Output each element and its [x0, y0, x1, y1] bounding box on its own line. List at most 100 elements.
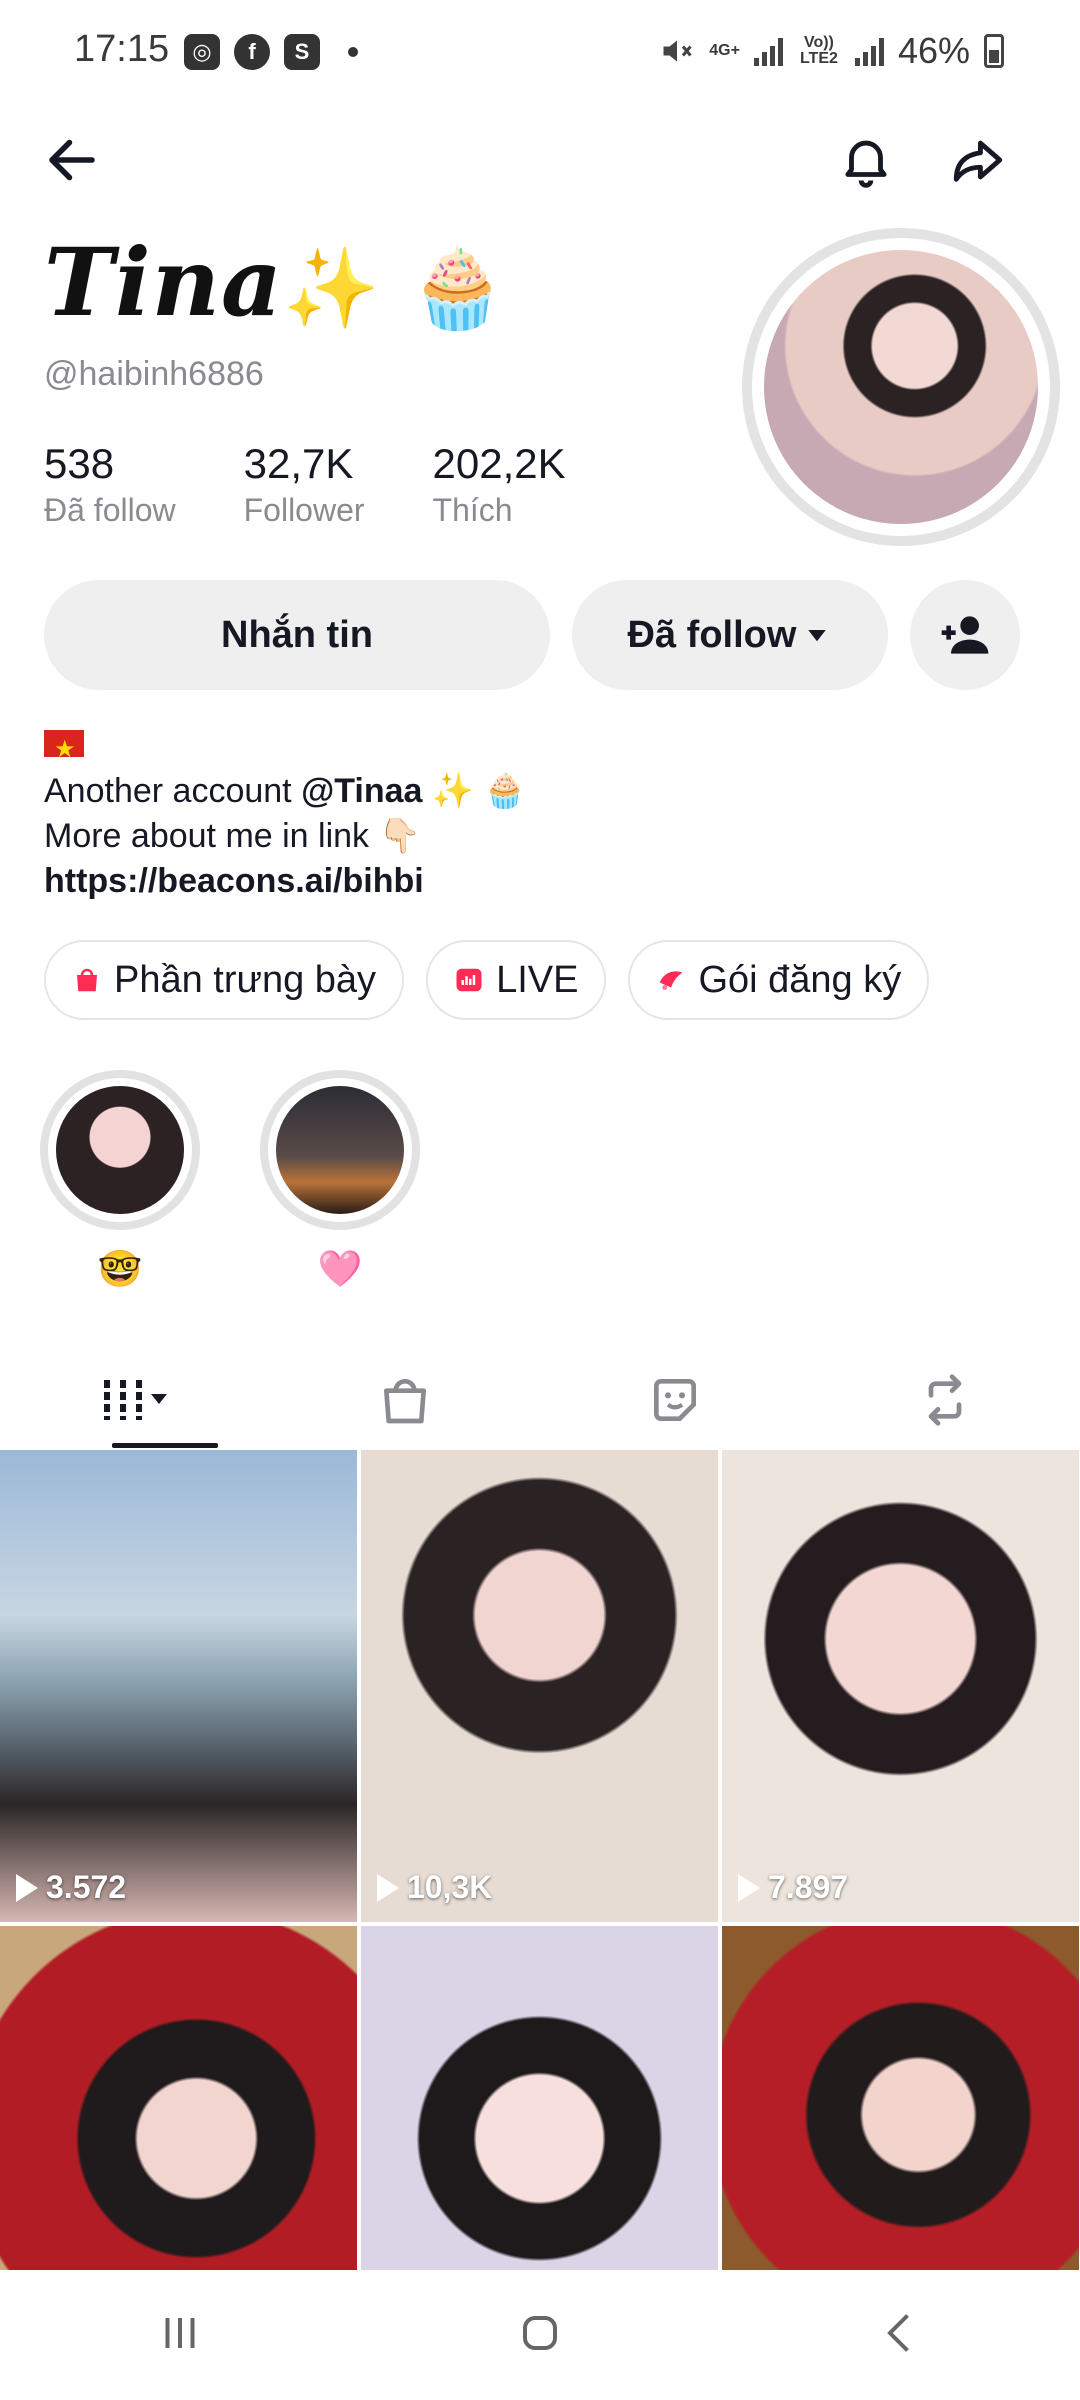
bio-line-1: Another account @Tinaa ✨ 🧁 — [44, 769, 526, 814]
play-icon — [377, 1873, 399, 1902]
video-grid: 3.572 10,3K 7.897 — [0, 1450, 1080, 2398]
highlight-item[interactable]: 🤓 — [40, 1070, 200, 1290]
following-button[interactable]: Đã follow — [572, 580, 888, 690]
shop-bag-icon — [77, 968, 97, 992]
tab-videos[interactable] — [0, 1350, 270, 1450]
tab-favorites[interactable] — [540, 1350, 810, 1450]
bio: Another account @Tinaa ✨ 🧁 More about me… — [44, 727, 526, 904]
stat-following-label: Đã follow — [44, 492, 176, 528]
notification-bell-button[interactable] — [826, 120, 906, 200]
chip-subscription[interactable]: Gói đăng ký — [628, 940, 930, 1020]
back-button[interactable] — [32, 120, 112, 200]
recent-apps-icon — [165, 2317, 195, 2348]
bio-line-1-emojis: ✨ 🧁 — [422, 772, 526, 810]
display-name-emojis: ✨ 🧁 — [282, 243, 508, 334]
vietnam-flag-icon — [44, 727, 84, 772]
bio-line-1-text: Another account — [44, 772, 302, 810]
caret-down-icon — [808, 630, 827, 642]
system-navigation-bar — [0, 2270, 1080, 2400]
view-count: 10,3K — [377, 1869, 492, 1906]
video-thumbnail[interactable]: 10,3K — [361, 1450, 718, 1922]
chip-subscription-label: Gói đăng ký — [698, 958, 902, 1001]
stat-followers-value: 32,7K — [243, 440, 354, 487]
stat-followers-label: Follower — [243, 492, 365, 528]
bio-line-2: More about me in link 👇🏻 — [44, 817, 421, 855]
view-count: 7.897 — [738, 1869, 848, 1906]
profile-actions: Nhắn tin Đã follow — [44, 580, 1044, 690]
message-button[interactable]: Nhắn tin — [44, 580, 550, 690]
avatar-frame — [752, 238, 1050, 536]
highlight-item[interactable]: 🩷 — [260, 1070, 420, 1290]
reposts-icon — [928, 1374, 962, 1426]
profile-stats: 538 Đã follow 32,7K Follower 202,2K Thíc… — [44, 440, 634, 529]
highlight-ring — [40, 1070, 200, 1230]
highlight-cover — [56, 1086, 184, 1214]
highlight-cover — [276, 1086, 404, 1214]
profile-chips: Phần trưng bày LIVE Gói đăng ký — [44, 940, 930, 1020]
following-button-label: Đã follow — [627, 613, 797, 656]
tab-shop[interactable] — [270, 1350, 540, 1450]
battery-percent: 46% — [897, 30, 970, 71]
view-count-text: 7.897 — [768, 1869, 849, 1905]
highlight-ring — [260, 1070, 420, 1230]
video-thumbnail[interactable]: 7.897 — [722, 1450, 1079, 1922]
facebook-icon: f — [234, 34, 270, 70]
favorites-icon — [654, 1379, 696, 1421]
highlight-emoji: 🤓 — [97, 1248, 143, 1289]
chip-live-label: LIVE — [496, 958, 579, 1001]
chip-showcase-label: Phần trưng bày — [114, 958, 377, 1001]
add-user-icon — [941, 616, 989, 654]
highlight-frame — [268, 1078, 412, 1222]
add-friend-button[interactable] — [910, 580, 1020, 690]
view-count: 3.572 — [16, 1869, 126, 1906]
video-thumbnail[interactable]: 3.572 — [0, 1450, 357, 1922]
status-bar: 17:15 ◎ f S 4G+ Vo)) LTE2 46% — [0, 0, 1080, 108]
play-icon — [16, 1873, 38, 1902]
videos-grid-icon — [104, 1380, 167, 1420]
stat-following[interactable]: 538 Đã follow — [44, 440, 176, 529]
status-time: 17:15 — [74, 28, 170, 70]
stat-likes-label: Thích — [432, 492, 513, 528]
message-button-label: Nhắn tin — [221, 613, 373, 656]
notification-icons: ◎ f S — [184, 34, 358, 70]
avatar[interactable] — [742, 228, 1060, 546]
stat-likes[interactable]: 202,2K Thích — [433, 440, 566, 529]
share-arrow-icon — [953, 140, 1003, 182]
recent-apps-button[interactable] — [150, 2303, 210, 2368]
network-4g: 4G+ — [709, 42, 740, 59]
signal-icon — [753, 36, 783, 66]
network-lte: Vo)) LTE2 — [799, 34, 838, 67]
chevron-left-icon — [887, 2313, 909, 2352]
bio-mention-link[interactable]: @Tinaa — [301, 772, 422, 810]
chip-showcase[interactable]: Phần trưng bày — [44, 940, 405, 1020]
display-name: Tina✨ 🧁 — [44, 228, 507, 338]
subscription-icon — [660, 971, 683, 990]
back-arrow-icon — [49, 139, 95, 181]
tab-reposts[interactable] — [810, 1350, 1080, 1450]
home-button[interactable] — [510, 2303, 570, 2368]
share-button[interactable] — [938, 120, 1018, 200]
shop-icon — [384, 1379, 426, 1424]
username: @haibinh6886 — [44, 355, 264, 393]
stat-followers[interactable]: 32,7K Follower — [244, 440, 365, 529]
view-count-text: 3.572 — [46, 1869, 127, 1905]
system-back-button[interactable] — [870, 2303, 930, 2368]
mute-icon — [663, 40, 692, 62]
bell-icon — [845, 140, 887, 188]
stat-likes-value: 202,2K — [432, 440, 566, 487]
highlight-frame — [48, 1078, 192, 1222]
chip-live[interactable]: LIVE — [426, 940, 607, 1020]
shop-notification-icon: S — [284, 34, 320, 70]
status-right: 4G+ Vo)) LTE2 46% — [659, 30, 1004, 72]
view-count-text: 10,3K — [407, 1869, 493, 1905]
live-icon — [456, 968, 482, 992]
more-notifications-dot — [348, 47, 358, 57]
bio-link[interactable]: https://beacons.ai/bihbi — [44, 859, 526, 904]
top-nav — [0, 120, 1080, 210]
avatar-image — [764, 250, 1038, 524]
profile-tabs — [0, 1350, 1080, 1450]
stat-following-value: 538 — [44, 440, 115, 487]
instagram-icon: ◎ — [184, 34, 220, 70]
display-name-text: Tina — [44, 228, 283, 338]
play-icon — [738, 1873, 760, 1902]
